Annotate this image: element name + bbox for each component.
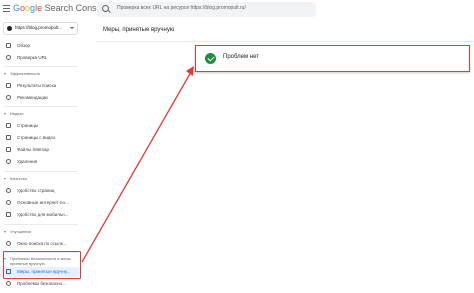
section-label: Эффективность <box>10 71 41 76</box>
sidebar-item-sitelinks-searchbox[interactable]: Окно поиска по ссылк... <box>0 239 82 249</box>
annotation-highlight-box <box>3 251 81 279</box>
sidebar-item-label: Основные интернет-по... <box>17 200 69 205</box>
video-page-icon <box>6 135 11 140</box>
section-label: Индекс <box>10 111 24 116</box>
arrow-head <box>186 66 194 76</box>
sidebar-item-overview[interactable]: Обзор <box>0 41 82 51</box>
sidebar-item-mobile-usability[interactable]: Удобство для мобильн... <box>0 210 82 220</box>
home-icon <box>6 43 11 48</box>
status-card: Проблем нет <box>195 45 470 72</box>
sidebar-divider <box>4 106 78 107</box>
sidebar-item-discover[interactable]: Рекомендации <box>0 93 82 103</box>
diamond-icon <box>6 241 11 246</box>
smartphone-icon <box>6 212 11 217</box>
sidebar-divider <box>4 171 78 172</box>
sidebar-section-experience[interactable]: Качество <box>0 175 82 183</box>
sidebar-item-security-issues[interactable]: Проблемы безопасно... <box>0 279 82 289</box>
sidebar-item-label: Файлы Sitemap <box>17 147 50 152</box>
property-label: https://blog.promopult... <box>15 25 63 30</box>
arrow-line <box>81 71 192 263</box>
chevron-down-icon <box>4 178 6 180</box>
sidebar-item-label: Проблемы безопасно... <box>17 281 66 286</box>
property-selector[interactable]: https://blog.promopult... <box>3 22 78 35</box>
sidebar-item-label: Страницы с видео <box>17 135 56 140</box>
property-favicon-icon <box>7 26 12 31</box>
shield-icon <box>6 281 11 286</box>
asterisk-icon <box>6 95 11 100</box>
hamburger-menu-icon[interactable] <box>3 5 10 12</box>
sidebar-item-page-experience[interactable]: Удобство страниц <box>0 186 82 196</box>
page-experience-icon <box>6 188 11 193</box>
chevron-down-icon <box>4 231 6 233</box>
top-bar: Google Search Console Проверка всех URL … <box>0 0 474 20</box>
sidebar-section-performance[interactable]: Эффективность <box>0 70 82 78</box>
search-input-placeholder[interactable]: Проверка всех URL на ресурсе https://blo… <box>117 5 246 11</box>
search-console-logo[interactable]: Google Search Console <box>13 3 109 13</box>
sidebar-item-label: Результаты поиска <box>17 83 57 88</box>
sidebar-item-label: Страницы <box>17 123 39 128</box>
chevron-down-icon <box>4 73 6 75</box>
sidebar-item-label: Удобство для мобильн... <box>17 212 69 217</box>
status-text: Проблем нет <box>223 54 259 60</box>
sidebar-item-label: Окно поиска по ссылк... <box>17 241 67 246</box>
section-label: Улучшения <box>10 229 31 234</box>
sidebar-item-video-pages[interactable]: Страницы с видео <box>0 133 82 143</box>
sidebar-item-url-inspection[interactable]: Проверка URL <box>0 53 82 63</box>
sidebar-item-label: Обзор <box>17 43 30 48</box>
chevron-down-icon <box>4 113 6 115</box>
google-g-icon <box>6 83 11 88</box>
sidebar-divider <box>4 224 78 225</box>
section-label: Качество <box>10 176 27 181</box>
sidebar-item-label: Проверка URL <box>17 55 48 60</box>
sidebar-item-label: Удобство страниц <box>17 188 55 193</box>
sidebar-item-pages[interactable]: Страницы <box>0 121 82 131</box>
sitemap-icon <box>6 147 11 152</box>
sidebar-section-enhancements[interactable]: Улучшения <box>0 228 82 236</box>
title-divider <box>96 41 474 42</box>
sidebar-section-index[interactable]: Индекс <box>0 110 82 118</box>
page-title: Меры, принятые вручную <box>103 27 175 33</box>
check-circle-icon <box>205 53 216 64</box>
sidebar-divider <box>4 66 78 67</box>
search-icon <box>102 5 109 12</box>
sidebar-item-label: Рекомендации <box>17 95 48 100</box>
sidebar-item-removals[interactable]: Удаления <box>0 157 82 167</box>
search-icon <box>6 55 11 60</box>
sidebar-item-core-web-vitals[interactable]: Основные интернет-по... <box>0 198 82 208</box>
url-inspection-search[interactable]: Проверка всех URL на ресурсе https://blo… <box>97 2 316 17</box>
chevron-down-icon <box>70 27 74 29</box>
gauge-icon <box>6 200 11 205</box>
sidebar-item-label: Удаления <box>17 159 38 164</box>
removals-icon <box>6 159 11 164</box>
sidebar-item-sitemaps[interactable]: Файлы Sitemap <box>0 145 82 155</box>
sidebar-item-search-results[interactable]: Результаты поиска <box>0 81 82 91</box>
page-icon <box>6 123 11 128</box>
